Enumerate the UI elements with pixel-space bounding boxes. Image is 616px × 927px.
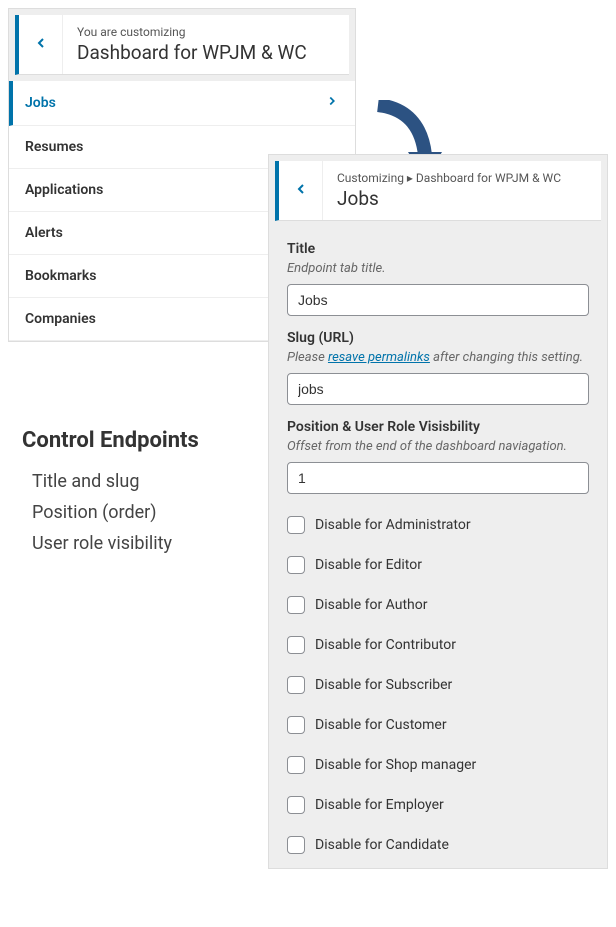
- menu-item-label: Alerts: [25, 225, 63, 241]
- back-button[interactable]: [279, 161, 323, 220]
- field-label-title: Title: [287, 241, 589, 257]
- role-checkbox[interactable]: [287, 756, 305, 774]
- role-label[interactable]: Disable for Candidate: [315, 837, 449, 853]
- role-checkbox-row: Disable for Employer: [287, 796, 589, 814]
- menu-item-jobs[interactable]: Jobs: [9, 81, 355, 126]
- role-checkbox[interactable]: [287, 836, 305, 854]
- menu-item-label: Companies: [25, 311, 96, 327]
- field-desc-position: Offset from the end of the dashboard nav…: [287, 439, 589, 454]
- role-checkbox-row: Disable for Shop manager: [287, 756, 589, 774]
- role-checkbox-row: Disable for Contributor: [287, 636, 589, 654]
- back-button[interactable]: [19, 15, 63, 74]
- header-subtitle: You are customizing: [77, 25, 335, 39]
- role-checkbox-row: Disable for Administrator: [287, 516, 589, 534]
- field-desc-slug: Please resave permalinks after changing …: [287, 350, 589, 365]
- info-line: Title and slug: [32, 471, 199, 492]
- info-line: Position (order): [32, 502, 199, 523]
- chevron-left-icon: [293, 181, 309, 201]
- panel-header: You are customizing Dashboard for WPJM &…: [15, 15, 349, 75]
- info-section: Control Endpoints Title and slug Position…: [22, 428, 199, 564]
- role-checkbox-row: Disable for Candidate: [287, 836, 589, 854]
- info-line: User role visibility: [32, 533, 199, 554]
- slug-input[interactable]: [287, 373, 589, 405]
- role-checkbox[interactable]: [287, 556, 305, 574]
- chevron-left-icon: [33, 35, 49, 55]
- role-label[interactable]: Disable for Author: [315, 597, 427, 613]
- chevron-right-icon: [325, 94, 339, 112]
- role-label[interactable]: Disable for Employer: [315, 797, 444, 813]
- resave-permalinks-link[interactable]: resave permalinks: [328, 350, 430, 365]
- role-checkbox-row: Disable for Subscriber: [287, 676, 589, 694]
- role-label[interactable]: Disable for Customer: [315, 717, 447, 733]
- role-checkbox-row: Disable for Author: [287, 596, 589, 614]
- role-label[interactable]: Disable for Shop manager: [315, 757, 476, 773]
- header-text: Customizing ▸ Dashboard for WPJM & WC Jo…: [323, 161, 601, 220]
- menu-item-label: Applications: [25, 182, 103, 198]
- header-breadcrumb: Customizing ▸ Dashboard for WPJM & WC: [337, 171, 587, 185]
- field-label-position: Position & User Role Visisbility: [287, 419, 589, 435]
- role-checkbox[interactable]: [287, 716, 305, 734]
- role-checkbox[interactable]: [287, 636, 305, 654]
- menu-item-label: Jobs: [25, 95, 56, 111]
- role-label[interactable]: Disable for Editor: [315, 557, 422, 573]
- menu-item-label: Resumes: [25, 139, 83, 155]
- role-checkbox[interactable]: [287, 596, 305, 614]
- header-title: Jobs: [337, 187, 587, 210]
- customizer-panel-detail: Customizing ▸ Dashboard for WPJM & WC Jo…: [268, 154, 608, 869]
- role-checkbox[interactable]: [287, 796, 305, 814]
- form-section: Title Endpoint tab title. Slug (URL) Ple…: [269, 227, 607, 868]
- field-label-slug: Slug (URL): [287, 330, 589, 346]
- role-label[interactable]: Disable for Contributor: [315, 637, 456, 653]
- position-input[interactable]: [287, 462, 589, 494]
- header-text: You are customizing Dashboard for WPJM &…: [63, 15, 349, 74]
- title-input[interactable]: [287, 284, 589, 316]
- field-desc-title: Endpoint tab title.: [287, 261, 589, 276]
- role-checkbox[interactable]: [287, 676, 305, 694]
- menu-item-label: Bookmarks: [25, 268, 96, 284]
- header-title: Dashboard for WPJM & WC: [77, 41, 335, 64]
- role-label[interactable]: Disable for Administrator: [315, 517, 471, 533]
- panel-header: Customizing ▸ Dashboard for WPJM & WC Jo…: [275, 161, 601, 221]
- info-title: Control Endpoints: [22, 428, 199, 453]
- role-checkbox-row: Disable for Editor: [287, 556, 589, 574]
- role-label[interactable]: Disable for Subscriber: [315, 677, 452, 693]
- role-checkbox[interactable]: [287, 516, 305, 534]
- role-checkbox-row: Disable for Customer: [287, 716, 589, 734]
